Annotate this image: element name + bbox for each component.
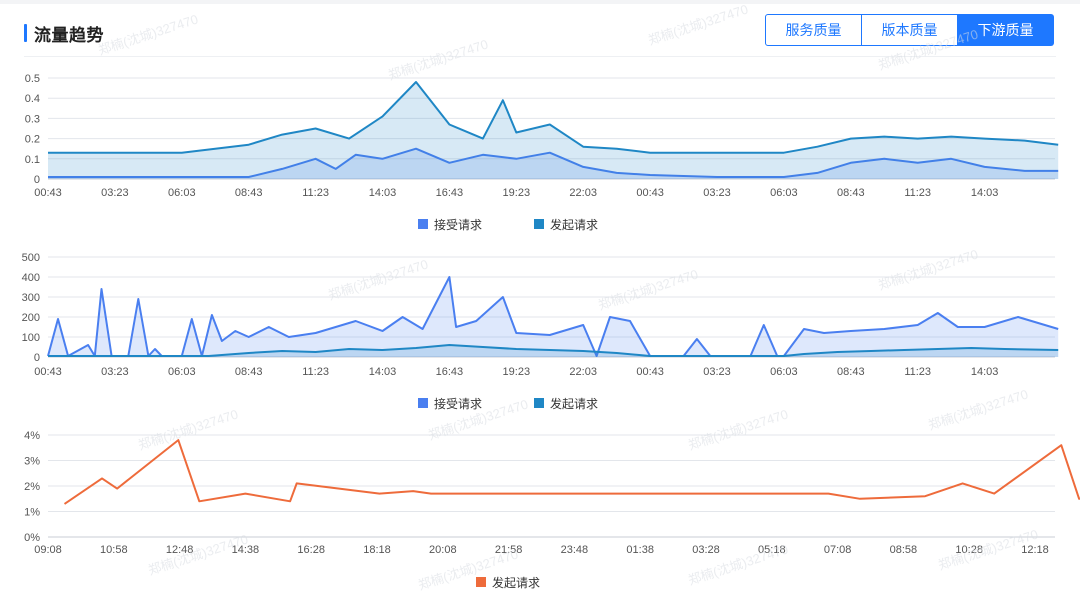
chart1-y-tick-4: 0.4 [25, 93, 40, 105]
chart1-x-tick-10: 03:23 [703, 187, 731, 199]
chart1-x-tick-3: 08:43 [235, 187, 263, 199]
watermark-text-7: 郑楠(沈城)327470 [136, 406, 240, 452]
chart1-x-tick-4: 11:23 [302, 187, 329, 199]
chart2-x-tick-13: 11:23 [904, 366, 931, 378]
chart2-x-tick-0: 00:43 [34, 366, 62, 378]
chart2-y-tick-1: 100 [22, 332, 40, 344]
chart1-y-tick-2: 0.2 [25, 134, 40, 146]
watermark-text-4: 郑楠(沈城)327470 [326, 256, 430, 302]
chart2-x-tick-11: 06:03 [770, 366, 798, 378]
chart3-legend-label-1: 发起请求 [492, 575, 540, 590]
watermark-text-9: 郑楠(沈城)327470 [686, 406, 790, 452]
chart1-y-tick-5: 0.5 [25, 73, 40, 85]
chart3-x-tick-1: 10:58 [100, 544, 128, 556]
watermark-text-3: 郑楠(沈城)327470 [876, 26, 980, 72]
chart2-x-tick-9: 00:43 [636, 366, 664, 378]
chart3-x-tick-15: 12:18 [1021, 544, 1049, 556]
chart2-x-tick-4: 11:23 [302, 366, 329, 378]
chart1-x-tick-8: 22:03 [569, 187, 597, 199]
chart2-x-tick-6: 16:43 [436, 366, 464, 378]
chart1-x-tick-7: 19:23 [503, 187, 531, 199]
chart3-x-tick-4: 16:28 [297, 544, 325, 556]
chart1-legend-swatch-2 [534, 219, 544, 229]
chart2-x-tick-12: 08:43 [837, 366, 865, 378]
watermark-text-2: 郑楠(沈城)327470 [646, 1, 750, 47]
watermark-text-1: 郑楠(沈城)327470 [386, 36, 490, 82]
chart3-y-tick-3: 3% [24, 456, 40, 468]
chart2-legend-swatch-2 [534, 398, 544, 408]
chart2-y-tick-4: 400 [22, 272, 40, 284]
chart3-y-tick-4: 4% [24, 430, 40, 442]
chart2-x-tick-3: 08:43 [235, 366, 263, 378]
chart3-x-tick-10: 03:28 [692, 544, 720, 556]
chart2-y-tick-0: 0 [34, 352, 40, 364]
chart1-x-tick-11: 06:03 [770, 187, 798, 199]
watermark-text-5: 郑楠(沈城)327470 [596, 266, 700, 312]
chart2-x-tick-2: 06:03 [168, 366, 196, 378]
chart1-series-2-area [48, 82, 1059, 179]
chart1-x-tick-1: 03:23 [101, 187, 129, 199]
chart1-x-tick-0: 00:43 [34, 187, 62, 199]
chart3-y-tick-2: 2% [24, 481, 40, 493]
chart1-x-tick-14: 14:03 [971, 187, 999, 199]
chart3-x-tick-6: 20:08 [429, 544, 457, 556]
chart2-legend-label-2: 发起请求 [550, 396, 598, 411]
chart1-x-tick-6: 16:43 [436, 187, 464, 199]
chart2-y-tick-2: 200 [22, 312, 40, 324]
chart2-x-tick-1: 03:23 [101, 366, 129, 378]
chart3-y-tick-1: 1% [24, 507, 40, 519]
chart3-x-tick-8: 23:48 [561, 544, 589, 556]
watermark-text-10: 郑楠(沈城)327470 [926, 386, 1030, 432]
chart2-x-tick-7: 19:23 [503, 366, 531, 378]
chart1-legend-label-1: 接受请求 [434, 217, 482, 232]
chart1-x-tick-13: 11:23 [904, 187, 931, 199]
chart1-x-tick-12: 08:43 [837, 187, 865, 199]
chart1-x-tick-5: 14:03 [369, 187, 397, 199]
chart1-y-tick-1: 0.1 [25, 154, 40, 166]
watermark-text-0: 郑楠(沈城)327470 [96, 11, 200, 57]
chart2-x-tick-8: 22:03 [569, 366, 597, 378]
chart3-x-tick-13: 08:58 [890, 544, 918, 556]
chart3-x-tick-0: 09:08 [34, 544, 62, 556]
chart1-legend-swatch-1 [418, 219, 428, 229]
chart1-y-tick-0: 0 [34, 174, 40, 186]
chart2-x-tick-14: 14:03 [971, 366, 999, 378]
chart3-series-1-line [63, 439, 1080, 505]
chart2-y-tick-5: 500 [22, 252, 40, 264]
chart3-legend-swatch-1 [476, 577, 486, 587]
chart2-x-tick-10: 03:23 [703, 366, 731, 378]
chart2-legend-swatch-1 [418, 398, 428, 408]
chart2-y-tick-3: 300 [22, 292, 40, 304]
chart1-legend-label-2: 发起请求 [550, 217, 598, 232]
watermark-text-6: 郑楠(沈城)327470 [876, 246, 980, 292]
chart2-legend-label-1: 接受请求 [434, 396, 482, 411]
chart3-x-tick-5: 18:18 [363, 544, 391, 556]
chart1-x-tick-9: 00:43 [636, 187, 664, 199]
chart3-x-tick-12: 07:08 [824, 544, 852, 556]
charts-canvas: 0 0.1 0.2 0.3 0.4 0.5 00:43 03:23 06:03 08:43 11:2… [22, 1, 1080, 593]
chart3-x-tick-9: 01:38 [626, 544, 654, 556]
chart1-x-tick-2: 06:03 [168, 187, 196, 199]
chart1-y-tick-3: 0.3 [25, 113, 40, 125]
chart3-y-tick-0: 0% [24, 532, 40, 544]
chart2-x-tick-5: 14:03 [369, 366, 397, 378]
